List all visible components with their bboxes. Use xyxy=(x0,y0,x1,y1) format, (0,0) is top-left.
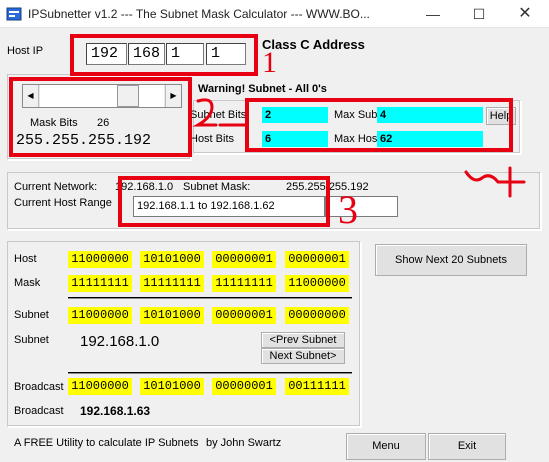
subnet-decimal-label: Subnet xyxy=(14,334,49,346)
annotation-box-mask xyxy=(9,77,192,157)
warning-text: Warning! Subnet - All 0's xyxy=(198,83,327,95)
address-class-label: Class C Address xyxy=(262,37,365,52)
next-subnet-button[interactable]: Next Subnet> xyxy=(261,348,345,364)
footer-text: A FREE Utility to calculate IP Subnets xyxy=(14,437,199,449)
minimize-button[interactable]: — xyxy=(410,0,456,28)
subnet-bin-octet-4: 00000000 xyxy=(285,307,349,324)
host-bin-octet-1: 11000000 xyxy=(68,251,132,268)
subnet-bin-octet-3: 00000001 xyxy=(212,307,276,324)
annotation-box-host-ip xyxy=(70,34,258,76)
separator-line xyxy=(68,372,352,374)
app-icon xyxy=(6,7,22,21)
annotation-number-1: 1 xyxy=(262,46,277,79)
prev-subnet-button[interactable]: <Prev Subnet xyxy=(261,332,345,348)
current-network-label: Current Network: xyxy=(14,181,98,193)
binary-mask-label: Mask xyxy=(14,277,41,289)
annotation-scribble-4 xyxy=(464,166,526,198)
binary-host-label: Host xyxy=(14,253,37,265)
maximize-button[interactable]: ☐ xyxy=(456,0,502,28)
mask-bin-octet-2: 11111111 xyxy=(140,275,204,292)
mask-bin-octet-1: 11111111 xyxy=(68,275,132,292)
broadcast-bin-octet-2: 10101000 xyxy=(140,378,204,395)
host-range-extra-field[interactable] xyxy=(325,196,398,217)
subnet-bin-octet-1: 11000000 xyxy=(68,307,132,324)
annotation-box-host-range xyxy=(118,176,330,227)
mask-bin-octet-3: 11111111 xyxy=(212,275,276,292)
binary-subnet-label: Subnet xyxy=(14,309,49,321)
separator-line xyxy=(68,297,352,299)
broadcast-bin-octet-1: 11000000 xyxy=(68,378,132,395)
broadcast-decimal-value: 192.168.1.63 xyxy=(80,404,151,418)
subnet-bin-octet-2: 10101000 xyxy=(140,307,204,324)
annotation-scribble-2 xyxy=(192,98,248,127)
title-bar: IPSubnetter v1.2 --- The Subnet Mask Cal… xyxy=(0,0,549,28)
show-next-subnets-button[interactable]: Show Next 20 Subnets xyxy=(375,244,527,276)
close-button[interactable]: ✕ xyxy=(502,0,548,28)
exit-button[interactable]: Exit xyxy=(428,433,506,460)
broadcast-bin-octet-4: 00111111 xyxy=(285,378,349,395)
host-ip-label: Host IP xyxy=(7,45,44,57)
host-bin-octet-2: 10101000 xyxy=(140,251,204,268)
window-title: IPSubnetter v1.2 --- The Subnet Mask Cal… xyxy=(28,7,370,21)
footer-author: by John Swartz xyxy=(206,437,282,449)
annotation-number-3: 3 xyxy=(338,187,358,232)
annotation-box-bits xyxy=(245,98,513,152)
broadcast-decimal-label: Broadcast xyxy=(14,405,64,417)
menu-button[interactable]: Menu xyxy=(346,433,426,460)
mask-bin-octet-4: 11000000 xyxy=(285,275,349,292)
subnet-decimal-value: 192.168.1.0 xyxy=(80,333,160,350)
broadcast-bin-octet-3: 00000001 xyxy=(212,378,276,395)
host-range-label: Current Host Range xyxy=(14,197,112,209)
binary-broadcast-label: Broadcast xyxy=(14,381,64,393)
host-bin-octet-3: 00000001 xyxy=(212,251,276,268)
host-bin-octet-4: 00000001 xyxy=(285,251,349,268)
